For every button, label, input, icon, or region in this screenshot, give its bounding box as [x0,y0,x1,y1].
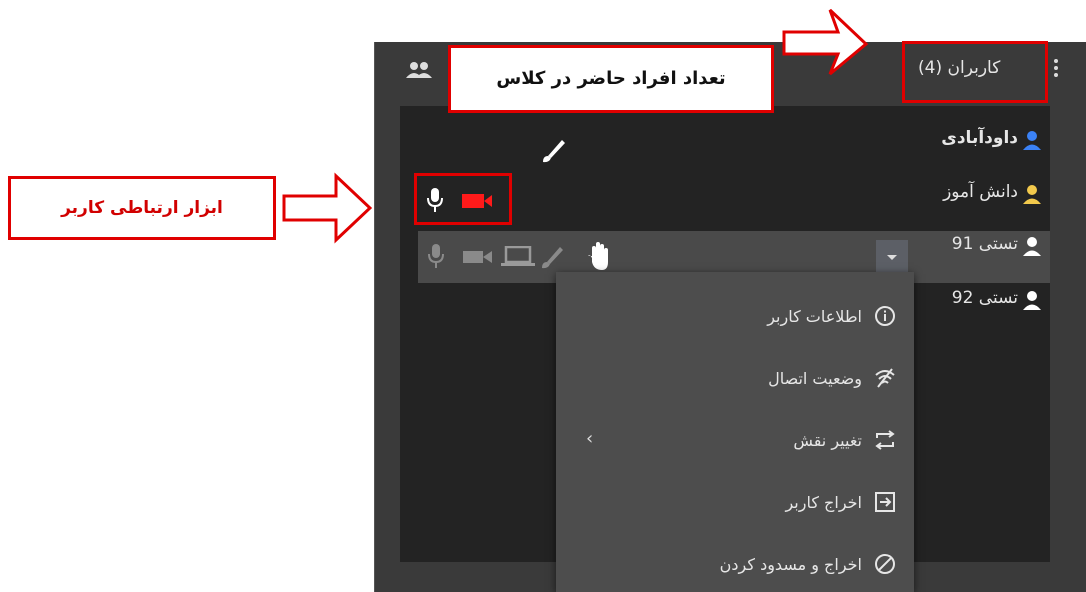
camera-icon[interactable] [460,192,494,210]
user-name-presenter[interactable]: داودآبادی [941,128,1018,148]
menu-item-label: اطلاعات کاربر [767,306,862,326]
menu-item-label: اخراج و مسدود کردن [719,554,862,574]
participants-group-icon[interactable] [404,60,434,82]
user-tools-annotation-label: ابزار ارتباطی کاربر [61,198,223,218]
user-context-menu: اطلاعات کاربر وضعیت اتصال تغییر نقش ‹ اخ… [556,272,914,592]
user-avatar-icon [1023,237,1041,256]
menu-item-label: وضعیت اتصال [768,368,862,388]
menu-item-kick-and-ban[interactable]: اخراج و مسدود کردن [576,544,896,584]
ban-icon [875,554,895,574]
user-name-guest-1[interactable]: تستی 91 [952,234,1018,254]
whiteboard-pen-icon [543,140,565,163]
chevron-down-icon [887,255,897,260]
menu-item-user-info[interactable]: اطلاعات کاربر [576,296,896,336]
annotation-arrow-right-icon [282,172,372,244]
swap-role-icon [875,430,895,450]
user-avatar-icon [1023,291,1041,310]
connection-status-icon [875,368,895,388]
camera-icon[interactable] [462,249,494,265]
menu-item-label: اخراج کاربر [785,492,862,512]
user-avatar-icon [1023,185,1041,204]
menu-item-connection-status[interactable]: وضعیت اتصال [576,358,896,398]
raise-hand-icon[interactable] [586,240,612,272]
menu-item-label: تغییر نقش [793,430,862,450]
options-kebab-icon[interactable] [1054,59,1060,80]
whiteboard-pen-icon[interactable] [540,244,564,270]
screen-share-icon[interactable] [500,246,536,268]
microphone-icon[interactable] [428,243,444,269]
class-count-annotation-label: تعداد افراد حاضر در کلاس [496,68,726,89]
menu-item-kick-user[interactable]: اخراج کاربر [576,482,896,522]
submenu-chevron-left-icon[interactable]: ‹ [586,428,593,449]
user-name-student[interactable]: دانش آموز [943,182,1018,202]
annotation-arrow-right-icon [782,8,869,76]
user-name-guest-2[interactable]: تستی 92 [952,288,1018,308]
kick-icon [875,492,895,512]
user-actions-dropdown-button[interactable] [876,240,908,274]
microphone-icon[interactable] [426,187,444,213]
users-count-highlight [902,41,1048,103]
menu-item-change-role[interactable]: تغییر نقش [576,420,896,460]
user-avatar-icon [1023,131,1041,150]
info-icon [875,306,895,326]
